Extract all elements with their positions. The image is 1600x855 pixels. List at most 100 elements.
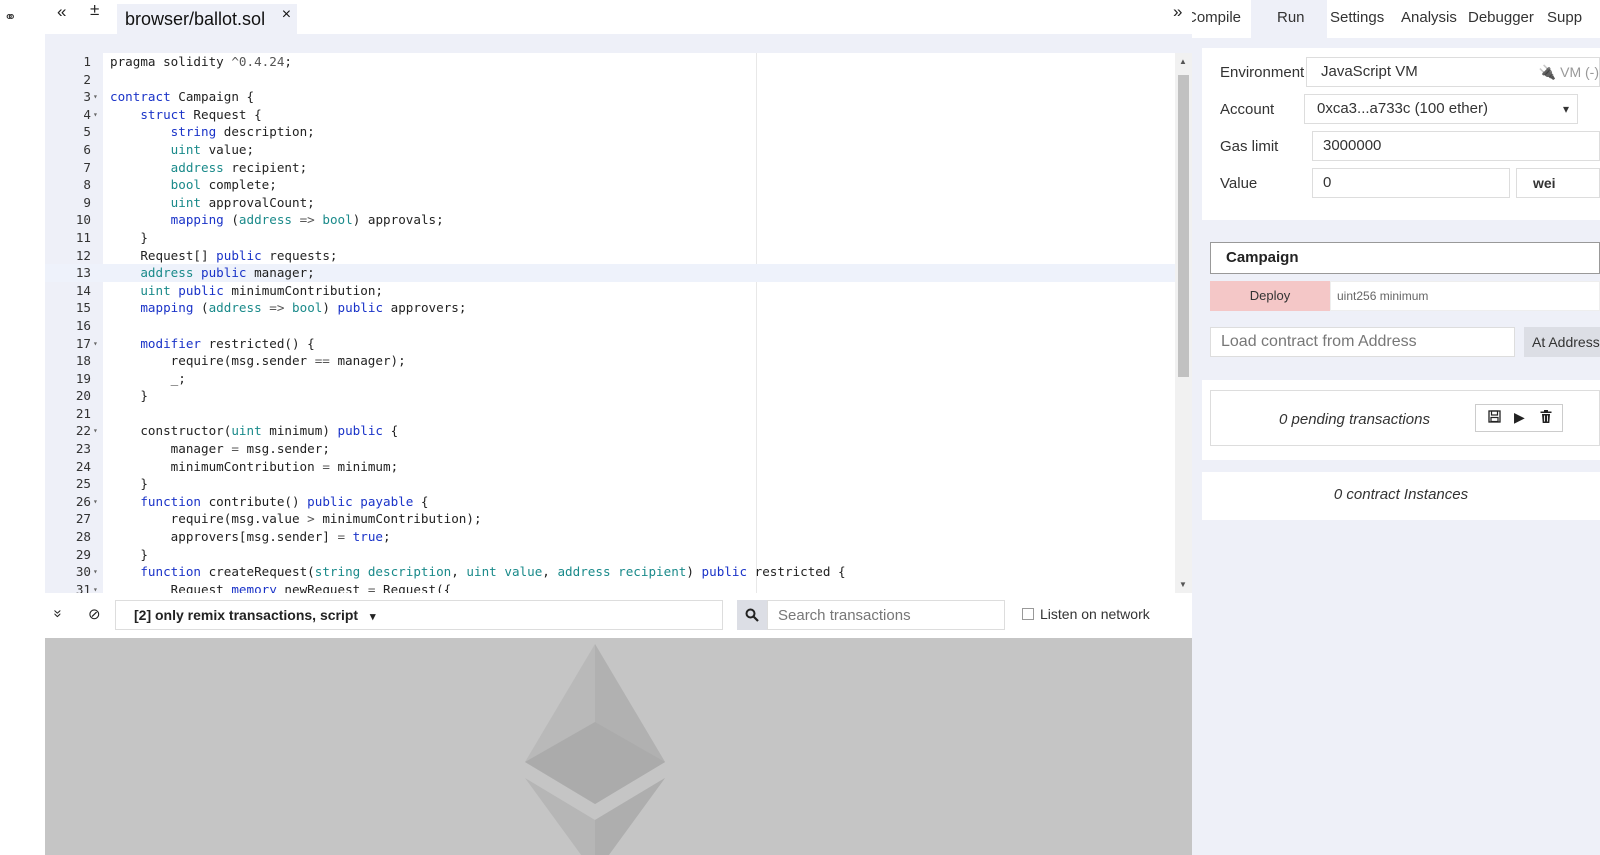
collapse-left-icon[interactable]: «	[57, 2, 66, 22]
code-text: }	[110, 388, 148, 404]
fold-toggle-icon[interactable]: ▾	[93, 493, 98, 511]
code-line[interactable]: 24 minimumContribution = minimum;	[45, 458, 1175, 476]
fold-toggle-icon[interactable]: ▾	[93, 88, 98, 106]
deploy-button[interactable]: Deploy	[1210, 281, 1330, 311]
code-text: uint approvalCount;	[170, 194, 315, 210]
search-icon[interactable]	[737, 600, 767, 630]
code-line[interactable]: 10 mapping (address => bool) approvals;	[45, 211, 1175, 229]
editor-tabbar: « ± browser/ballot.sol × »	[45, 0, 1192, 34]
code-line[interactable]: 20 }	[45, 387, 1175, 405]
tab-settings[interactable]: Settings	[1330, 0, 1384, 38]
fold-toggle-icon[interactable]: ▾	[93, 563, 98, 581]
tab-run[interactable]: Run	[1251, 0, 1327, 38]
code-line[interactable]: 4 ▾ struct Request {	[45, 106, 1175, 124]
collapse-right-icon[interactable]: »	[1173, 2, 1182, 22]
code-line[interactable]: 9 uint approvalCount;	[45, 194, 1175, 212]
code-editor[interactable]: 1 pragma solidity ^0.4.24; 2 3 ▾ contract Cam…	[45, 53, 1192, 593]
close-icon[interactable]: ×	[282, 0, 291, 30]
fold-toggle-icon[interactable]: ▾	[93, 422, 98, 440]
contract-instances-text: 0 contract Instances	[1333, 486, 1469, 503]
line-number: 30	[75, 564, 91, 580]
fold-toggle-icon[interactable]: ▾	[93, 335, 98, 353]
fold-toggle-icon[interactable]: ▾	[93, 106, 98, 124]
tab-ballot-sol[interactable]: browser/ballot.sol ×	[117, 4, 298, 34]
code-text: address recipient;	[170, 159, 308, 175]
value-unit-select[interactable]: wei	[1516, 168, 1600, 198]
collapse-terminal-icon[interactable]: »	[50, 609, 67, 617]
code-line[interactable]: 26 ▾ function contribute() public payable…	[45, 493, 1175, 511]
code-line[interactable]: 30 ▾ function createRequest(string descri…	[45, 563, 1175, 581]
right-panel-tabs: » Compile Run Settings Analysis Debugger…	[1192, 0, 1600, 38]
code-line[interactable]: 14 uint public minimumContribution;	[45, 282, 1175, 300]
code-line[interactable]: 12 Request[] public requests;	[45, 247, 1175, 265]
scrollbar-thumb[interactable]	[1178, 75, 1189, 377]
code-line[interactable]: 8 bool complete;	[45, 176, 1175, 194]
line-number: 21	[75, 405, 91, 421]
code-line[interactable]: 11 }	[45, 229, 1175, 247]
code-line[interactable]: 28 approvers[msg.sender] = true;	[45, 528, 1175, 546]
code-line[interactable]: 1 pragma solidity ^0.4.24;	[45, 53, 1175, 71]
code-text: bool complete;	[170, 177, 277, 193]
tab-compile[interactable]: Compile	[1192, 0, 1251, 38]
line-number: 10	[75, 212, 91, 228]
code-line[interactable]: 5 string description;	[45, 123, 1175, 141]
code-line[interactable]: 19 _;	[45, 370, 1175, 388]
plug-icon: 🔌 VM (-)	[1538, 64, 1599, 80]
save-icon[interactable]	[1488, 410, 1501, 426]
code-line[interactable]: 16	[45, 317, 1175, 335]
at-address-button[interactable]: At Address	[1524, 327, 1600, 357]
code-line[interactable]: 7 address recipient;	[45, 159, 1175, 177]
code-line[interactable]: 15 mapping (address => bool) public appr…	[45, 299, 1175, 317]
scroll-down-icon[interactable]: ▼	[1179, 580, 1187, 589]
new-file-icon[interactable]: ±	[90, 0, 99, 20]
listen-checkbox[interactable]	[1022, 608, 1034, 620]
code-text: mapping (address => bool) public approve…	[140, 300, 467, 316]
tab-support[interactable]: Supp	[1547, 0, 1582, 38]
load-address-input[interactable]: Load contract from Address	[1210, 327, 1515, 357]
code-line[interactable]: 21	[45, 405, 1175, 423]
transaction-filter-select[interactable]: [2] only remix transactions, script ▾	[115, 600, 723, 630]
code-line[interactable]: 27 require(msg.value > minimumContributi…	[45, 510, 1175, 528]
code-text: string description;	[170, 124, 315, 140]
editor-scrollbar[interactable]: ▲ ▼	[1175, 53, 1192, 593]
code-line[interactable]: 6 uint value;	[45, 141, 1175, 159]
value-input[interactable]: 0	[1312, 168, 1510, 198]
play-icon[interactable]: ▶	[1514, 409, 1525, 426]
chevron-down-icon: ▾	[1562, 102, 1569, 116]
code-line[interactable]: 17 ▾ modifier restricted() {	[45, 335, 1175, 353]
tab-analysis[interactable]: Analysis	[1401, 0, 1457, 38]
code-line[interactable]: 13 address public manager;	[45, 264, 1175, 282]
trash-icon[interactable]	[1540, 410, 1552, 426]
code-line[interactable]: 3 ▾ contract Campaign {	[45, 88, 1175, 106]
code-line[interactable]: 29 }	[45, 546, 1175, 564]
environment-label: Environment	[1220, 64, 1305, 81]
code-text: approvers[msg.sender] = true;	[110, 529, 391, 545]
code-line[interactable]: 23 manager = msg.sender;	[45, 440, 1175, 458]
code-line[interactable]: 25 }	[45, 475, 1175, 493]
environment-value: JavaScript VM	[1321, 63, 1418, 80]
code-text: uint public minimumContribution;	[140, 282, 384, 298]
constructor-args-input[interactable]: uint256 minimum	[1330, 281, 1600, 311]
tab-debugger[interactable]: Debugger	[1468, 0, 1534, 38]
gas-limit-input[interactable]: 3000000	[1312, 131, 1600, 161]
environment-select[interactable]: JavaScript VM 🔌 VM (-)	[1306, 57, 1600, 87]
deploy-card: Campaign Deploy uint256 minimum Load con…	[1202, 232, 1600, 366]
code-text: function createRequest(string descriptio…	[140, 564, 846, 580]
fold-toggle-icon[interactable]: ▾	[93, 581, 98, 593]
link-icon[interactable]: ⚭	[4, 8, 17, 26]
line-number: 22	[75, 423, 91, 439]
code-line[interactable]: 2	[45, 71, 1175, 89]
line-number: 8	[83, 177, 91, 193]
listen-on-network[interactable]: Listen on network	[1022, 606, 1150, 622]
line-number: 31	[75, 581, 91, 593]
code-lines[interactable]: 1 pragma solidity ^0.4.24; 2 3 ▾ contract Cam…	[45, 53, 1175, 593]
contract-select[interactable]: Campaign	[1210, 242, 1600, 274]
scroll-up-icon[interactable]: ▲	[1179, 57, 1187, 66]
code-line[interactable]: 22 ▾ constructor(uint minimum) public {	[45, 422, 1175, 440]
search-transactions-input[interactable]	[767, 600, 1005, 630]
code-line[interactable]: 18 require(msg.sender == manager);	[45, 352, 1175, 370]
line-number: 9	[83, 194, 91, 210]
clear-console-icon[interactable]: ⊘	[88, 605, 101, 623]
code-line[interactable]: 31 ▾ Request memory newRequest = Request(…	[45, 581, 1175, 593]
account-select[interactable]: 0xca3...a733c (100 ether) ▾	[1304, 94, 1578, 124]
